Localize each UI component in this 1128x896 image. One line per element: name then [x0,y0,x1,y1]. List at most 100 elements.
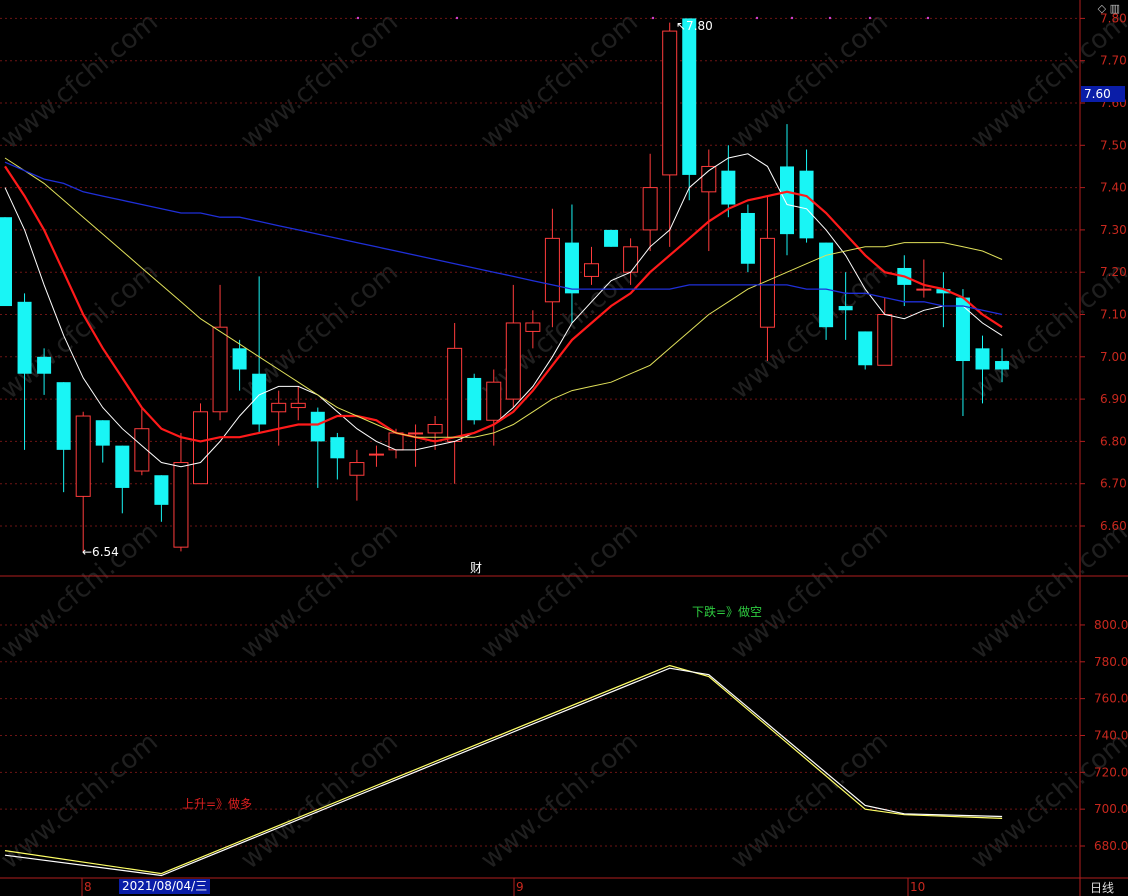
price-tick-label: 7.70 [1100,54,1127,68]
candle-body-up [642,187,658,231]
indicator-tick-label: 760.0 [1094,692,1128,706]
watermark-text: www.cfchi.com [725,517,894,665]
indicator-tick-label: 720.0 [1094,765,1128,779]
price-tick-label: 6.80 [1100,434,1127,448]
candle-body-down [467,377,482,421]
indicator-axis: 800.0 780.0 760.0 740.0 720.0 700.0 680.0 [1080,618,1128,853]
candle-body-up [525,322,541,332]
candle-body-down [799,170,814,239]
down-annotation: 下跌=》做空 [692,605,763,619]
candle-body-down [95,420,110,446]
top-event-dot [926,16,930,20]
watermark-text: www.cfchi.com [0,7,164,155]
time-label: 8 [84,880,92,894]
price-tick-label: 6.60 [1100,519,1127,533]
candle-body-down [975,348,990,370]
chart-frame [0,0,1128,896]
indicator-tick-label: 680.0 [1094,839,1128,853]
up-annotation: 上升=》做多 [182,797,253,811]
window-controls[interactable]: ◇ ▥ [1098,2,1120,15]
watermark-text: www.cfchi.com [725,257,894,405]
candle-body-up [916,288,932,291]
price-tick-label: 7.50 [1100,138,1127,152]
top-event-dot [790,16,794,20]
watermark-text: www.cfchi.com [235,727,404,875]
candle-body-down [858,331,873,366]
candle-body-up [662,30,678,176]
high-price-label: ↖7.80 [676,19,713,33]
candle-body-up [505,322,521,400]
time-label: 9 [516,880,524,894]
candle-body-up [877,314,893,366]
indicator-tick-label: 800.0 [1094,618,1128,632]
watermark-text: www.cfchi.com [965,7,1128,155]
watermark-text: www.cfchi.com [725,727,894,875]
candle-body-down [56,382,71,450]
watermark-text: www.cfchi.com [235,517,404,665]
candle-body-down [838,306,853,311]
candle-body-up [212,326,228,413]
candle-body-up [75,415,91,497]
candle-body-down [721,170,736,205]
indicator-tick-label: 700.0 [1094,802,1128,816]
watermark-text: www.cfchi.com [475,7,644,155]
candle-body-down [232,348,247,370]
watermark-text: www.cfchi.com [235,7,404,155]
watermark-layer: www.cfchi.com www.cfchi.com www.cfchi.com w… [0,7,1128,875]
watermark-text: www.cfchi.com [725,7,894,155]
candle-body-down [115,445,130,488]
price-tick-label: 7.20 [1100,265,1127,279]
candle-body-down [37,356,52,374]
candle-body-down [564,242,579,294]
price-tick-label: 7.10 [1100,308,1127,322]
indicator-tick-label: 780.0 [1094,655,1128,669]
candle-body-down [330,437,345,459]
price-tick-label: 7.40 [1100,181,1127,195]
candle-body-up [349,462,365,476]
watermark-text: www.cfchi.com [965,517,1128,665]
current-price-tag: 7.60 [1081,86,1125,102]
top-event-dot [455,16,459,20]
low-price-label: ←6.54 [82,545,119,559]
candle-body-down [310,411,325,442]
top-event-dot [356,16,360,20]
candle-body-up [584,263,599,277]
watermark-text: www.cfchi.com [475,727,644,875]
price-tick-label: 7.00 [1100,350,1127,364]
candle-body-down [0,217,12,307]
top-event-dot [828,16,832,20]
candle-body-up [486,381,502,421]
candle-body-down [252,373,267,425]
candle-body-up [193,411,208,485]
candle-body-up [447,347,463,442]
candle-body-down [995,361,1010,370]
price-tick-label: 6.90 [1100,392,1127,406]
candle-body-up [173,462,189,548]
price-tick-label: 7.30 [1100,223,1127,237]
top-event-dot [651,16,655,20]
candle-body-down [740,212,755,264]
candle-body-down [154,475,169,505]
time-label: 10 [910,880,925,894]
candle-body-up [623,246,639,273]
candle-body-up [544,237,560,303]
candle-body-up [271,402,287,413]
watermark-text: www.cfchi.com [0,517,164,665]
event-marker: 财 [470,561,482,575]
watermark-text: www.cfchi.com [965,257,1128,405]
period-label[interactable]: 日线 [1090,879,1114,896]
top-event-dot [868,16,872,20]
candle-body-down [604,229,619,247]
candle-body-up [290,402,306,409]
price-tick-label: 6.70 [1100,477,1127,491]
grid-lines [0,17,1080,847]
candle-body-down [780,166,794,235]
stock-chart: www.cfchi.com www.cfchi.com www.cfchi.com w… [0,0,1128,896]
indicator-tick-label: 740.0 [1094,728,1128,742]
candle-body-up [368,453,384,456]
candle-body-down [17,301,32,374]
candle-body-down [682,18,697,175]
watermark-text: www.cfchi.com [475,517,644,665]
candle-body-up [427,423,443,434]
top-event-dot [755,16,759,20]
